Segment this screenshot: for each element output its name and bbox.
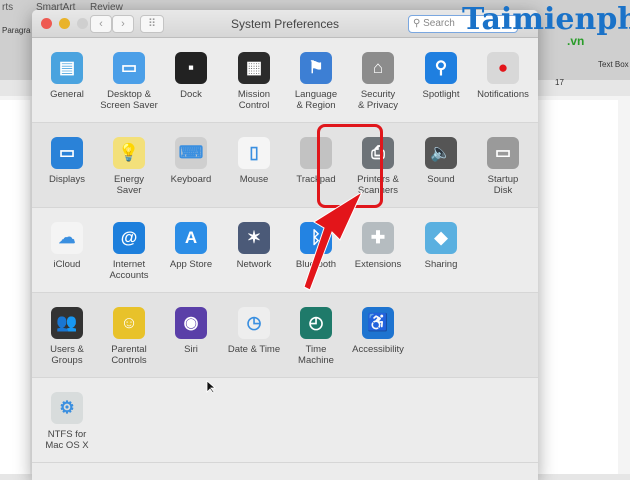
startup-disk-icon: ▭ [487, 137, 519, 169]
pref-label: Date & Time [227, 344, 281, 355]
energy-saver-icon: 💡 [113, 137, 145, 169]
pref-label: General [50, 89, 84, 100]
pref-sharing[interactable]: ◆ Sharing [410, 222, 472, 270]
siri-icon: ◉ [175, 307, 207, 339]
pref-label: Parental Controls [111, 344, 147, 366]
pref-mouse[interactable]: ▯ Mouse [223, 137, 285, 185]
pref-siri[interactable]: ◉ Siri [160, 307, 222, 355]
pref-label: Dock [180, 89, 202, 100]
language-region-icon: ⚑ [300, 52, 332, 84]
pref-label: Mouse [239, 174, 269, 185]
document-page-left [0, 100, 30, 474]
pref-sound[interactable]: 🔈 Sound [410, 137, 472, 185]
pref-label: Mission Control [237, 89, 271, 111]
users-groups-icon: 👥 [51, 307, 83, 339]
pref-label: Siri [184, 344, 198, 355]
pref-label: Accessibility [352, 344, 404, 355]
sharing-icon: ◆ [425, 222, 457, 254]
red-arrow-icon [303, 190, 364, 291]
ribbon-tab[interactable]: rts [2, 2, 13, 13]
accessibility-icon: ♿ [362, 307, 394, 339]
time-machine-icon: ◴ [300, 307, 332, 339]
pref-internet-accounts[interactable]: @ Internet Accounts [98, 222, 160, 281]
pref-label: Internet Accounts [109, 259, 149, 281]
pref-label: Spotlight [422, 89, 460, 100]
pref-label: Notifications [477, 89, 529, 100]
date-time-icon: ◷ [238, 307, 270, 339]
watermark-logo: Taimienphi [462, 2, 630, 37]
preference-section: ▤ General ▭ Desktop & Screen Saver ▪ Dock ▦ Mis… [32, 38, 538, 123]
pref-label: App Store [169, 259, 213, 270]
pref-language-region[interactable]: ⚑ Language & Region [285, 52, 347, 111]
pref-startup-disk[interactable]: ▭ Startup Disk [472, 137, 534, 196]
preference-section: ▭ Displays 💡 Energy Saver ⌨ Keyboard ▯ Mouse Tra… [32, 123, 538, 208]
pref-keyboard[interactable]: ⌨ Keyboard [160, 137, 222, 185]
pref-notifications[interactable]: ● Notifications [472, 52, 534, 100]
icloud-icon: ☁ [51, 222, 83, 254]
pref-mission-control[interactable]: ▦ Mission Control [223, 52, 285, 111]
pref-users-groups[interactable]: 👥 Users & Groups [36, 307, 98, 366]
mouse-cursor-icon [206, 380, 216, 394]
pref-ntfs-for-mac[interactable]: ⚙ NTFS for Mac OS X [36, 392, 98, 451]
network-icon: ✶ [238, 222, 270, 254]
paragraph-label: Paragra [2, 26, 31, 35]
internet-accounts-icon: @ [113, 222, 145, 254]
security-privacy-icon: ⌂ [362, 52, 394, 84]
spotlight-icon: ⚲ [425, 52, 457, 84]
keyboard-icon: ⌨ [175, 137, 207, 169]
system-preferences-window: ‹ › ⠿ System Preferences ⚲ Search ▤ Gener… [32, 10, 538, 480]
preference-section: 👥 Users & Groups ☺ Parental Controls ◉ Siri ◷ D… [32, 293, 538, 378]
pref-label: Startup Disk [487, 174, 519, 196]
notifications-icon: ● [487, 52, 519, 84]
pref-spotlight[interactable]: ⚲ Spotlight [410, 52, 472, 100]
pref-label: Displays [49, 174, 85, 185]
pref-energy-saver[interactable]: 💡 Energy Saver [98, 137, 160, 196]
pref-label: Security & Privacy [357, 89, 399, 111]
pref-general[interactable]: ▤ General [36, 52, 98, 100]
pref-label: Keyboard [170, 174, 212, 185]
sound-icon: 🔈 [425, 137, 457, 169]
pref-label: Network [236, 259, 272, 270]
parental-controls-icon: ☺ [113, 307, 145, 339]
desktop-screen-saver-icon: ▭ [113, 52, 145, 84]
pref-parental-controls[interactable]: ☺ Parental Controls [98, 307, 160, 366]
app-store-icon: A [175, 222, 207, 254]
pref-icloud[interactable]: ☁ iCloud [36, 222, 98, 270]
ruler-number: 17 [555, 78, 564, 87]
document-page-right [538, 100, 618, 474]
pref-label: Energy Saver [113, 174, 145, 196]
mission-control-icon: ▦ [238, 52, 270, 84]
pref-label: Time Machine [298, 344, 334, 366]
ntfs-for-mac-icon: ⚙ [51, 392, 83, 424]
search-placeholder: Search [423, 18, 455, 29]
pref-dock[interactable]: ▪ Dock [160, 52, 222, 100]
pref-displays[interactable]: ▭ Displays [36, 137, 98, 185]
displays-icon: ▭ [51, 137, 83, 169]
preference-section: ⚙ NTFS for Mac OS X [32, 378, 538, 463]
preference-section: ☁ iCloud @ Internet Accounts A App Store ✶ Netw… [32, 208, 538, 293]
pref-label: NTFS for Mac OS X [45, 429, 89, 451]
pref-network[interactable]: ✶ Network [223, 222, 285, 270]
search-icon: ⚲ [413, 18, 424, 29]
pref-label: Users & Groups [50, 344, 84, 366]
pref-security-privacy[interactable]: ⌂ Security & Privacy [347, 52, 409, 111]
mouse-icon: ▯ [238, 137, 270, 169]
pref-label: Sharing [424, 259, 458, 270]
pref-time-machine[interactable]: ◴ Time Machine [285, 307, 347, 366]
pref-label: Sound [427, 174, 455, 185]
pref-desktop-screen-saver[interactable]: ▭ Desktop & Screen Saver [98, 52, 160, 111]
pref-label: Language & Region [294, 89, 338, 111]
watermark-suffix: .vn [567, 34, 585, 48]
text-box-label[interactable]: Text Box [598, 60, 629, 69]
general-icon: ▤ [51, 52, 83, 84]
pref-accessibility[interactable]: ♿ Accessibility [347, 307, 409, 355]
pref-app-store[interactable]: A App Store [160, 222, 222, 270]
pref-date-time[interactable]: ◷ Date & Time [223, 307, 285, 355]
dock-icon: ▪ [175, 52, 207, 84]
pref-label: iCloud [53, 259, 81, 270]
pref-label: Desktop & Screen Saver [100, 89, 158, 111]
